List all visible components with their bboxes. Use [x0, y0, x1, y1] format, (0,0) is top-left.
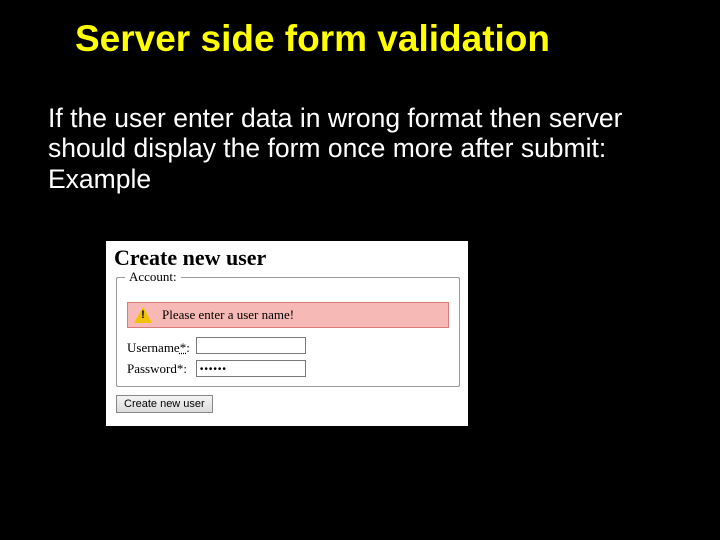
slide-body-text: If the user enter data in wrong format t…: [48, 103, 638, 194]
error-message-box: ! Please enter a user name!: [127, 302, 449, 328]
form-panel: Create new user Account: ! Please enter …: [106, 241, 468, 426]
fieldset-legend: Account:: [125, 269, 181, 285]
account-fieldset: Account: ! Please enter a user name! Use…: [116, 277, 460, 387]
password-label: Password*:: [127, 359, 196, 378]
password-row: Password*: ••••••: [127, 359, 306, 378]
slide: Server side form validation If the user …: [0, 0, 720, 540]
create-new-user-button[interactable]: Create new user: [116, 395, 213, 413]
username-row: Username*:: [127, 336, 306, 359]
username-input[interactable]: [196, 337, 306, 354]
username-label: Username*:: [127, 336, 196, 359]
warning-icon: !: [134, 307, 152, 323]
error-text: Please enter a user name!: [162, 307, 294, 323]
fields-grid: Username*: Password*: ••••••: [127, 336, 306, 378]
slide-title: Server side form validation: [75, 18, 675, 60]
password-input[interactable]: ••••••: [196, 360, 306, 377]
